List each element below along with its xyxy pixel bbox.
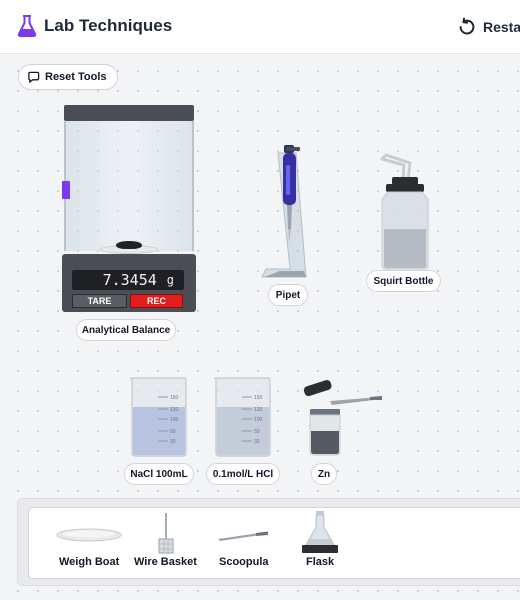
lab-workspace[interactable]: Reset Tools 7.3454 g TARE REC Analytical…: [0, 55, 520, 600]
beaker-mark: 30: [170, 439, 176, 445]
analytical-balance[interactable]: 7.3454 g TARE REC: [62, 105, 196, 315]
app-title: Lab Techniques: [44, 16, 173, 35]
balance-door-handle[interactable]: [62, 181, 70, 199]
scoopula-icon[interactable]: [216, 529, 270, 543]
analytical-balance-label[interactable]: Analytical Balance: [76, 319, 176, 341]
nacl-label[interactable]: NaCl 100mL: [124, 463, 194, 485]
beaker-mark: 150: [170, 395, 179, 401]
tray-item-scoopula[interactable]: Scoopula: [219, 556, 269, 568]
weigh-boat-icon[interactable]: [56, 527, 122, 543]
chat-reset-icon: [28, 71, 40, 83]
tray-item-weigh-boat[interactable]: Weigh Boat: [59, 556, 119, 568]
balance-draft-shield: [64, 121, 194, 251]
balance-lid: [64, 105, 194, 121]
flask-icon[interactable]: [302, 511, 338, 555]
balance-unit: g: [166, 273, 174, 287]
beaker-mark: 50: [170, 429, 176, 435]
beaker-mark: 150: [254, 395, 263, 401]
restart-button[interactable]: Restart: [456, 14, 520, 40]
balance-display: 7.3454 g: [72, 270, 184, 290]
hcl-beaker-icon[interactable]: 150 120 100 50 30: [212, 375, 274, 457]
pipet-icon[interactable]: [260, 145, 316, 281]
zn-jar-icon[interactable]: [300, 375, 386, 459]
rec-button[interactable]: REC: [130, 294, 183, 308]
tray-item-wire-basket[interactable]: Wire Basket: [134, 556, 197, 568]
balance-reading: 7.3454: [102, 271, 157, 289]
squirt-bottle-label[interactable]: Squirt Bottle: [366, 270, 441, 292]
balance-sample: [116, 241, 142, 249]
pipet-label[interactable]: Pipet: [268, 284, 308, 306]
flask-icon: [17, 15, 37, 37]
beaker-mark: 100: [170, 417, 179, 423]
app-header: Lab Techniques Restart: [0, 0, 520, 54]
restart-icon: [459, 17, 475, 35]
nacl-beaker-icon[interactable]: 150 120 100 50 30: [128, 375, 190, 457]
hcl-label[interactable]: 0.1mol/L HCl: [206, 463, 280, 485]
zn-label[interactable]: Zn: [311, 463, 337, 485]
beaker-mark: 120: [170, 407, 179, 413]
tare-button[interactable]: TARE: [72, 294, 127, 308]
squirt-bottle-icon[interactable]: [372, 153, 438, 271]
tray-item-flask[interactable]: Flask: [306, 556, 334, 568]
reset-tools-button[interactable]: Reset Tools: [18, 64, 118, 90]
reset-tools-label: Reset Tools: [45, 71, 107, 83]
equipment-tray-shelf: [28, 507, 520, 579]
wire-basket-icon[interactable]: [156, 513, 176, 555]
restart-label: Restart: [483, 19, 520, 35]
beaker-mark: 100: [254, 417, 263, 423]
beaker-mark: 120: [254, 407, 263, 413]
beaker-mark: 50: [254, 429, 260, 435]
beaker-mark: 30: [254, 439, 260, 445]
